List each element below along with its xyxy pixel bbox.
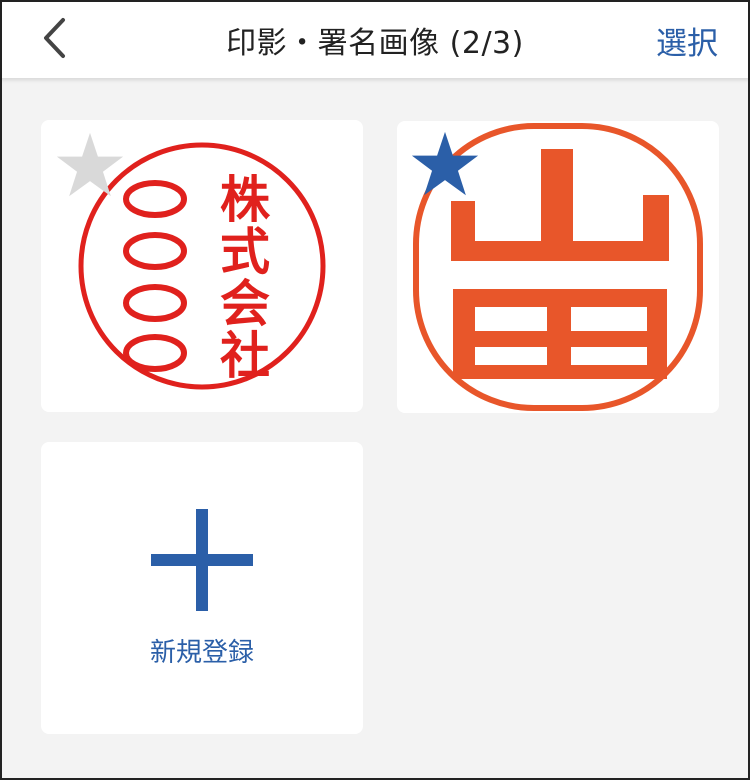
svg-text:式: 式 <box>220 223 270 281</box>
plus-icon <box>151 509 253 611</box>
seal-card-yamada[interactable] <box>397 121 719 413</box>
star-icon[interactable] <box>54 130 126 202</box>
add-new-label: 新規登録 <box>149 638 254 668</box>
page-title: 印影・署名画像 (2/3) <box>226 26 524 61</box>
svg-text:社: 社 <box>220 327 270 385</box>
select-button[interactable]: 選択 <box>656 18 718 63</box>
star-icon[interactable] <box>409 129 481 201</box>
add-new-seal-button[interactable]: 新規登録 <box>41 442 363 734</box>
seal-card-company[interactable]: 株 式 会 社 <box>41 120 363 412</box>
svg-text:株: 株 <box>220 171 271 229</box>
app-header: 印影・署名画像 (2/3) 選択 <box>0 0 750 78</box>
svg-text:会: 会 <box>220 275 270 333</box>
